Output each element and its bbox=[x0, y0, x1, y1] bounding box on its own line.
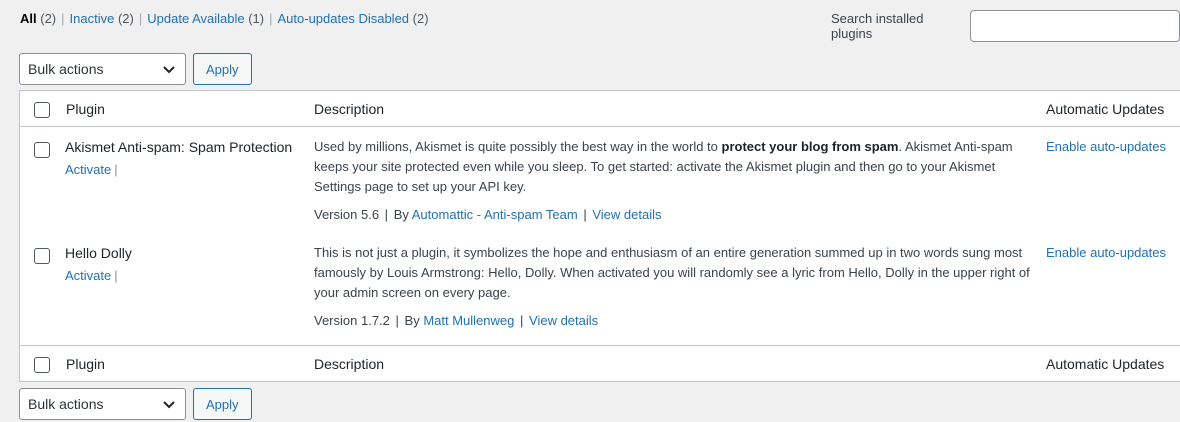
filter-inactive-label: Inactive bbox=[69, 11, 115, 26]
plugin-status-filters: All (2) | Inactive (2) | Update Available (1… bbox=[20, 11, 429, 26]
enable-auto-updates-link[interactable]: Enable auto-updates bbox=[1046, 139, 1166, 154]
meta-separator: | bbox=[520, 313, 524, 328]
table-row: Hello Dolly Activate | This is not just a… bbox=[20, 233, 1180, 345]
row-checkbox[interactable] bbox=[34, 248, 50, 264]
filter-all-count: (2) bbox=[40, 11, 57, 26]
filter-all-label: All bbox=[20, 11, 37, 26]
bulk-actions-value: Bulk actions bbox=[28, 61, 104, 77]
apply-button[interactable]: Apply bbox=[193, 388, 252, 420]
search-input[interactable] bbox=[969, 10, 1180, 42]
plugin-meta: Version 5.6 | By Automattic - Anti-spam … bbox=[314, 207, 661, 222]
activate-link[interactable]: Activate bbox=[65, 162, 111, 177]
filter-inactive-link[interactable]: Inactive bbox=[70, 11, 115, 26]
filter-auto-updates-disabled-link[interactable]: Auto-updates Disabled bbox=[278, 11, 410, 26]
table-footer: Plugin Description Automatic Updates bbox=[20, 345, 1180, 381]
tablenav-top: Bulk actions Apply bbox=[19, 53, 252, 85]
plugin-name: Akismet Anti-spam: Spam Protection bbox=[65, 139, 293, 155]
row-actions: Activate | bbox=[65, 268, 118, 283]
bulk-actions-select[interactable]: Bulk actions bbox=[19, 53, 186, 85]
search-label: Search installed plugins bbox=[831, 11, 924, 41]
row-checkbox[interactable] bbox=[34, 142, 50, 158]
row-action-separator: | bbox=[114, 162, 118, 177]
view-details-link[interactable]: View details bbox=[529, 313, 598, 328]
chevron-down-icon bbox=[163, 66, 175, 74]
bulk-actions-value: Bulk actions bbox=[28, 396, 104, 412]
filter-update-available-link[interactable]: Update Available bbox=[147, 11, 244, 26]
author-link[interactable]: Automattic - Anti-spam Team bbox=[412, 207, 578, 222]
enable-auto-updates-link[interactable]: Enable auto-updates bbox=[1046, 245, 1166, 260]
column-automatic-updates: Automatic Updates bbox=[1046, 356, 1165, 372]
row-action-separator: | bbox=[114, 268, 118, 283]
plugin-version: Version 1.7.2 bbox=[314, 313, 390, 328]
plugin-name: Hello Dolly bbox=[65, 245, 132, 261]
filter-autodisabled-label: Auto-updates Disabled bbox=[277, 11, 410, 26]
table-header: Plugin Description Automatic Updates bbox=[20, 91, 1180, 127]
description-emphasis: protect your blog from spam bbox=[721, 139, 899, 154]
select-all-checkbox[interactable] bbox=[34, 357, 50, 373]
row-actions: Activate | bbox=[65, 162, 118, 177]
column-description: Description bbox=[314, 101, 385, 117]
plugins-table: Plugin Description Automatic Updates Aki… bbox=[19, 90, 1180, 382]
filter-separator: | bbox=[61, 11, 65, 26]
column-plugin[interactable]: Plugin bbox=[66, 356, 105, 372]
plugin-meta: Version 1.7.2 | By Matt Mullenweg | View… bbox=[314, 313, 598, 328]
meta-separator: | bbox=[395, 313, 399, 328]
filter-autodisabled-count: (2) bbox=[412, 11, 429, 26]
plugin-description: Used by millions, Akismet is quite possi… bbox=[314, 137, 1034, 197]
author-link[interactable]: Matt Mullenweg bbox=[423, 313, 514, 328]
meta-separator: | bbox=[583, 207, 587, 222]
filter-update-label: Update Available bbox=[147, 11, 245, 26]
bulk-actions-select[interactable]: Bulk actions bbox=[19, 388, 186, 420]
by-label: By bbox=[404, 313, 420, 328]
chevron-down-icon bbox=[163, 401, 175, 409]
description-text: Used by millions, Akismet is quite possi… bbox=[314, 139, 722, 154]
filter-inactive-count: (2) bbox=[117, 11, 134, 26]
plugin-version: Version 5.6 bbox=[314, 207, 380, 222]
plugin-description: This is not just a plugin, it symbolizes… bbox=[314, 245, 1030, 300]
filter-all-link[interactable]: All (2) bbox=[20, 11, 56, 26]
apply-button[interactable]: Apply bbox=[193, 53, 252, 85]
column-description: Description bbox=[314, 356, 385, 372]
column-automatic-updates: Automatic Updates bbox=[1046, 101, 1165, 117]
search-box: Search installed plugins bbox=[831, 10, 1180, 42]
meta-separator: | bbox=[384, 207, 389, 222]
column-plugin[interactable]: Plugin bbox=[66, 101, 105, 117]
tablenav-bottom: Bulk actions Apply bbox=[19, 388, 252, 420]
filter-separator: | bbox=[269, 11, 273, 26]
filter-update-count: (1) bbox=[248, 11, 265, 26]
table-row: Akismet Anti-spam: Spam Protection Activ… bbox=[20, 127, 1180, 233]
view-details-link[interactable]: View details bbox=[592, 207, 661, 222]
activate-link[interactable]: Activate bbox=[65, 268, 111, 283]
select-all-checkbox[interactable] bbox=[34, 102, 50, 118]
by-label: By bbox=[393, 207, 409, 222]
filter-separator: | bbox=[138, 11, 143, 26]
